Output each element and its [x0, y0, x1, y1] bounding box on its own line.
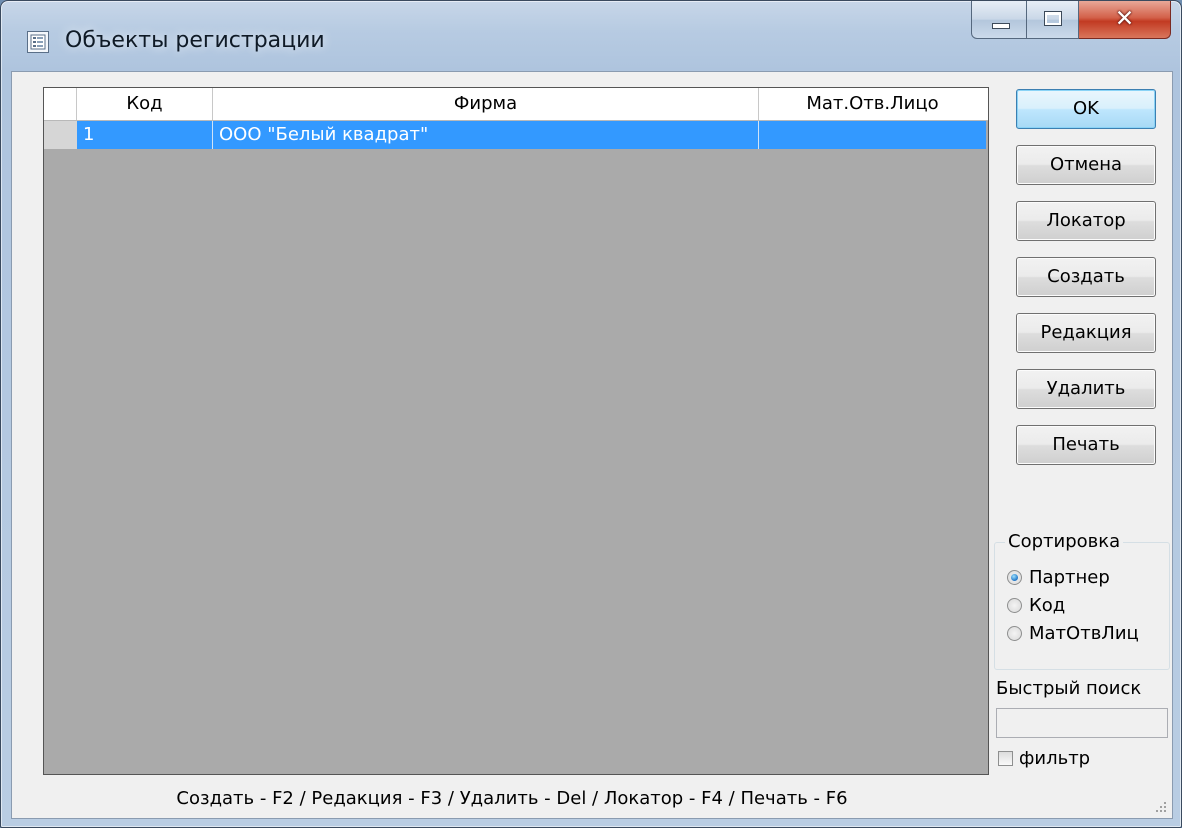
dialog-window: Объекты регистрации ✕ Код Фирма Мат.Отв.… — [0, 0, 1182, 828]
cell-firm[interactable]: ООО "Белый квадрат" — [213, 121, 759, 149]
maximize-button[interactable] — [1027, 1, 1079, 39]
column-header-code[interactable]: Код — [77, 88, 213, 120]
table-row[interactable]: 1 ООО "Белый квадрат" — [44, 121, 988, 149]
sort-option-label: Код — [1029, 594, 1066, 616]
delete-button[interactable]: Удалить — [1016, 369, 1156, 409]
quick-search-label: Быстрый поиск — [996, 678, 1142, 699]
row-indicator[interactable] — [44, 121, 77, 149]
filter-checkbox[interactable]: фильтр — [998, 748, 1090, 769]
app-icon — [27, 31, 49, 53]
minimize-icon — [992, 23, 1010, 29]
filter-label: фильтр — [1019, 748, 1091, 769]
resize-grip-icon[interactable] — [1154, 800, 1168, 814]
edit-button[interactable]: Редакция — [1016, 313, 1156, 353]
print-button[interactable]: Печать — [1016, 425, 1156, 465]
row-indicator-header — [44, 88, 77, 120]
sort-option-label: МатОтвЛиц — [1029, 622, 1139, 644]
column-header-responsible[interactable]: Мат.Отв.Лицо — [759, 88, 986, 120]
radio-unselected-icon[interactable] — [1007, 597, 1022, 613]
sort-option-label: Партнер — [1029, 566, 1110, 588]
radio-selected-icon[interactable] — [1007, 569, 1022, 585]
sort-group-title: Сортировка — [1005, 531, 1124, 552]
title-bar[interactable]: Объекты регистрации ✕ — [1, 1, 1181, 71]
sort-group: Сортировка Партнер Код МатОтвЛиц — [994, 531, 1170, 670]
create-button[interactable]: Создать — [1016, 257, 1156, 297]
column-header-firm[interactable]: Фирма — [213, 88, 759, 120]
caption-buttons: ✕ — [971, 1, 1171, 41]
sort-radio-partner[interactable]: Партнер — [1007, 565, 1110, 589]
sort-radio-code[interactable]: Код — [1007, 593, 1065, 617]
locator-button[interactable]: Локатор — [1016, 201, 1156, 241]
radio-unselected-icon[interactable] — [1007, 625, 1022, 641]
maximize-icon — [1044, 11, 1062, 26]
cell-code[interactable]: 1 — [77, 121, 213, 149]
cell-responsible[interactable] — [759, 121, 986, 149]
dialog-client-area: Код Фирма Мат.Отв.Лицо 1 ООО "Белый квад… — [11, 71, 1173, 819]
quick-search-input[interactable] — [996, 708, 1168, 738]
close-button[interactable]: ✕ — [1079, 1, 1171, 39]
window-title: Объекты регистрации — [65, 28, 325, 53]
ok-button[interactable]: OK — [1016, 89, 1156, 129]
registration-objects-grid[interactable]: Код Фирма Мат.Отв.Лицо 1 ООО "Белый квад… — [43, 87, 989, 775]
grid-header: Код Фирма Мат.Отв.Лицо — [44, 88, 988, 121]
checkbox-icon[interactable] — [998, 751, 1013, 766]
sort-radio-responsible[interactable]: МатОтвЛиц — [1007, 621, 1139, 645]
cancel-button[interactable]: Отмена — [1016, 145, 1156, 185]
minimize-button[interactable] — [971, 1, 1027, 39]
hotkeys-hint: Создать - F2 / Редакция - F3 / Удалить -… — [176, 788, 848, 809]
close-icon: ✕ — [1114, 6, 1135, 32]
